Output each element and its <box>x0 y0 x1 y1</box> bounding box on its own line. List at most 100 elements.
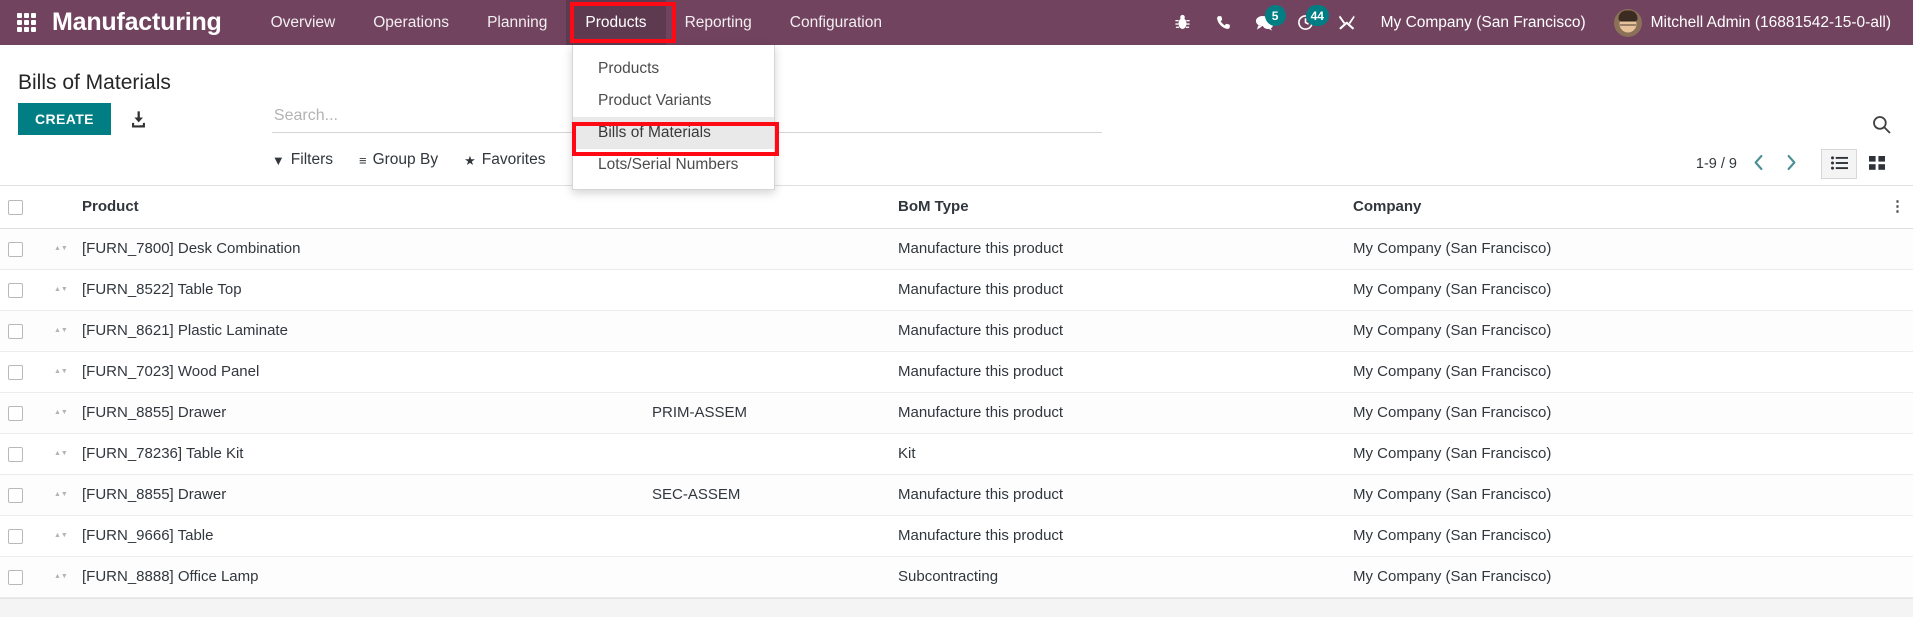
row-checkbox[interactable] <box>8 487 23 503</box>
control-panel-actions: CREATE <box>18 103 152 135</box>
menu-item-products[interactable]: Products <box>566 0 666 45</box>
drag-handle-icon[interactable]: ▲▼ <box>54 368 68 375</box>
navbar-spacer <box>901 0 1162 45</box>
group-lines-icon: ≡ <box>359 152 367 168</box>
cell-reference <box>644 515 890 557</box>
search-icon[interactable] <box>1868 111 1895 138</box>
row-handle-cell: ▲▼ <box>46 515 74 557</box>
top-navbar: Manufacturing Overview Operations Planning… <box>0 0 1913 45</box>
drag-handle-icon[interactable]: ▲▼ <box>54 532 68 539</box>
row-handle-cell: ▲▼ <box>46 556 74 598</box>
cell-company: My Company (San Francisco) <box>1345 556 1875 598</box>
row-select-cell <box>0 310 46 352</box>
drag-handle-icon[interactable]: ▲▼ <box>54 491 68 498</box>
row-handle-cell: ▲▼ <box>46 269 74 311</box>
drag-handle-icon[interactable]: ▲▼ <box>54 245 68 252</box>
table-row[interactable]: ▲▼ [FURN_8888] Office Lamp Subcontracting M… <box>0 556 1913 598</box>
row-options-cell <box>1875 392 1913 434</box>
user-menu[interactable]: Mitchell Admin (16881542-15-0-all) <box>1604 0 1913 45</box>
row-handle-cell: ▲▼ <box>46 474 74 516</box>
apps-menu-button[interactable] <box>0 0 52 45</box>
cell-bom-type: Manufacture this product <box>890 515 1345 557</box>
row-checkbox[interactable] <box>8 241 23 257</box>
dropdown-item-product-variants[interactable]: Product Variants <box>573 85 774 117</box>
optional-columns-cell: ⋮ <box>1875 186 1913 229</box>
row-handle-cell: ▲▼ <box>46 228 74 270</box>
cell-product: [FURN_8855] Drawer <box>74 392 644 434</box>
drag-handle-icon[interactable]: ▲▼ <box>54 450 68 457</box>
facet-group-by[interactable]: ≡ Group By <box>359 151 438 169</box>
table-row[interactable]: ▲▼ [FURN_8855] Drawer SEC-ASSEM Manufacture… <box>0 474 1913 516</box>
cell-reference <box>644 433 890 475</box>
messages-icon[interactable]: 5 <box>1244 0 1286 45</box>
menu-item-operations[interactable]: Operations <box>354 0 468 45</box>
table-row[interactable]: ▲▼ [FURN_9666] Table Manufacture this prod… <box>0 515 1913 557</box>
row-handle-cell: ▲▼ <box>46 351 74 393</box>
row-checkbox[interactable] <box>8 569 23 585</box>
facet-favorites[interactable]: ★ Favorites <box>464 151 545 169</box>
row-select-cell <box>0 556 46 598</box>
table-row[interactable]: ▲▼ [FURN_8855] Drawer PRIM-ASSEM Manufactur… <box>0 392 1913 434</box>
row-select-cell <box>0 269 46 311</box>
cell-company: My Company (San Francisco) <box>1345 474 1875 516</box>
row-select-cell <box>0 474 46 516</box>
column-header-product[interactable]: Product <box>74 186 644 229</box>
avatar <box>1613 8 1642 37</box>
column-header-company[interactable]: Company <box>1345 186 1875 229</box>
row-checkbox[interactable] <box>8 405 23 421</box>
table-row[interactable]: ▲▼ [FURN_7023] Wood Panel Manufacture this… <box>0 351 1913 393</box>
app-brand-title: Manufacturing <box>52 8 222 36</box>
create-button[interactable]: CREATE <box>18 103 111 135</box>
drag-handle-icon[interactable]: ▲▼ <box>54 573 68 580</box>
select-all-checkbox[interactable] <box>8 199 23 215</box>
column-header-bom-type[interactable]: BoM Type <box>890 186 1345 229</box>
row-checkbox[interactable] <box>8 446 23 462</box>
cell-product: [FURN_9666] Table <box>74 515 644 557</box>
table-row[interactable]: ▲▼ [FURN_78236] Table Kit Kit My Company (S… <box>0 433 1913 475</box>
table-row[interactable]: ▲▼ [FURN_8621] Plastic Laminate Manufactur… <box>0 310 1913 352</box>
main-menu: Overview Operations Planning Products Report… <box>252 0 901 45</box>
company-switcher[interactable]: My Company (San Francisco) <box>1367 0 1604 45</box>
facet-filters[interactable]: ▼ Filters <box>272 151 333 169</box>
pager-next-button[interactable] <box>1780 153 1803 175</box>
import-download-icon[interactable] <box>125 106 152 133</box>
control-panel: Bills of Materials CREATE ▼ Filters ≡ Group… <box>0 45 1913 186</box>
dropdown-item-lots-serial-numbers[interactable]: Lots/Serial Numbers <box>573 149 774 181</box>
drag-handle-icon[interactable]: ▲▼ <box>54 409 68 416</box>
vertical-dots-icon[interactable]: ⋮ <box>1890 199 1905 214</box>
pager-range: 1-9 / 9 <box>1695 156 1737 172</box>
activities-clock-icon[interactable]: 44 <box>1285 0 1329 45</box>
menu-item-configuration[interactable]: Configuration <box>771 0 901 45</box>
menu-item-overview[interactable]: Overview <box>252 0 355 45</box>
cell-company: My Company (San Francisco) <box>1345 392 1875 434</box>
bom-table: Product BoM Type Company ⋮ ▲▼ [FURN_7800]… <box>0 186 1913 598</box>
dropdown-item-bills-of-materials[interactable]: Bills of Materials <box>573 117 774 149</box>
tools-wrench-icon[interactable] <box>1326 0 1367 45</box>
drag-handle-icon[interactable]: ▲▼ <box>54 327 68 334</box>
row-checkbox[interactable] <box>8 282 23 298</box>
row-options-cell <box>1875 433 1913 475</box>
row-select-cell <box>0 515 46 557</box>
cell-bom-type: Manufacture this product <box>890 474 1345 516</box>
row-options-cell <box>1875 269 1913 311</box>
user-name-label: Mitchell Admin (16881542-15-0-all) <box>1650 13 1891 31</box>
kanban-view-button[interactable] <box>1859 149 1895 179</box>
phone-icon[interactable] <box>1203 0 1244 45</box>
table-row[interactable]: ▲▼ [FURN_7800] Desk Combination Manufactur… <box>0 228 1913 270</box>
row-handle-cell: ▲▼ <box>46 310 74 352</box>
menu-item-reporting[interactable]: Reporting <box>666 0 771 45</box>
row-checkbox[interactable] <box>8 323 23 339</box>
table-row[interactable]: ▲▼ [FURN_8522] Table Top Manufacture this … <box>0 269 1913 311</box>
row-select-cell <box>0 433 46 475</box>
handle-header-cell <box>46 186 74 229</box>
drag-handle-icon[interactable]: ▲▼ <box>54 286 68 293</box>
row-checkbox[interactable] <box>8 364 23 380</box>
row-options-cell <box>1875 228 1913 270</box>
bug-icon[interactable] <box>1162 0 1203 45</box>
menu-item-planning[interactable]: Planning <box>468 0 566 45</box>
list-view-button[interactable] <box>1821 149 1857 179</box>
column-header-reference[interactable] <box>644 186 890 229</box>
dropdown-item-products[interactable]: Products <box>573 53 774 85</box>
pager-previous-button[interactable] <box>1747 153 1770 175</box>
row-checkbox[interactable] <box>8 528 23 544</box>
